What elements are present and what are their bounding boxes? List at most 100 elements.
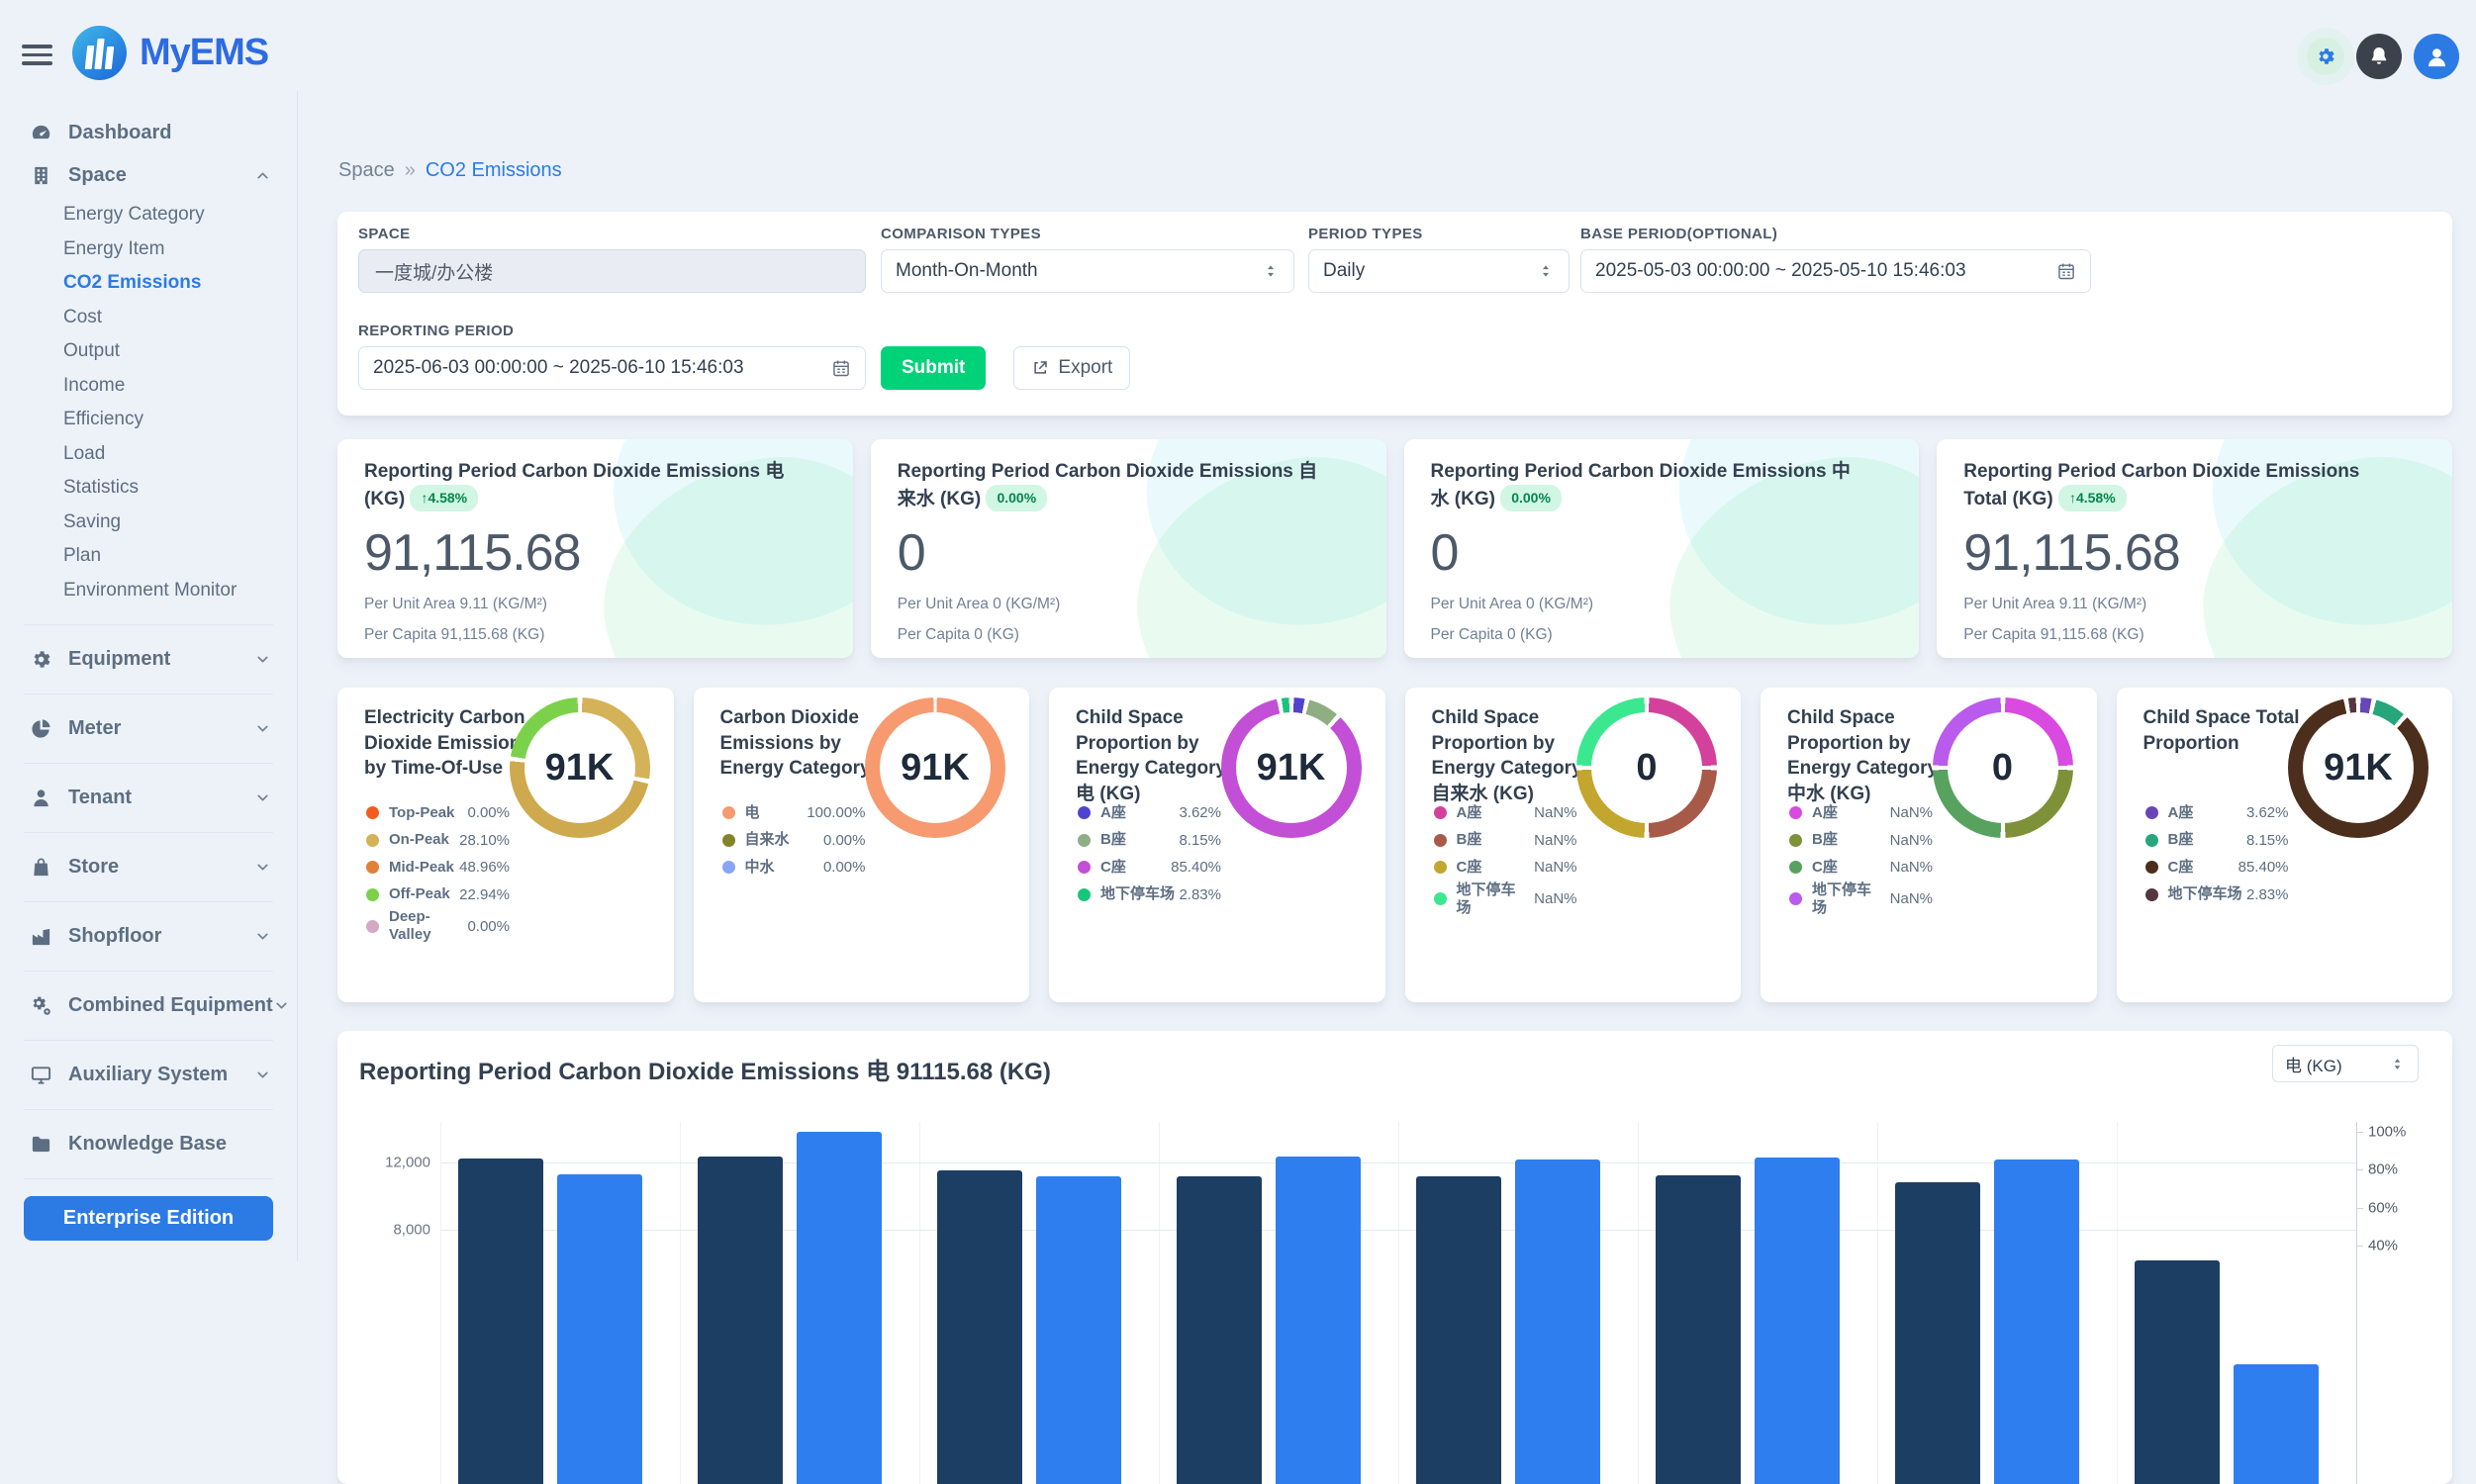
stat-card: Reporting Period Carbon Dioxide Emission… [337, 439, 853, 658]
legend-percent: NaN% [1530, 890, 1576, 907]
legend-item[interactable]: B座NaN% [1434, 827, 1577, 855]
base-period-bar [458, 1159, 543, 1484]
sidebar-item-saving[interactable]: Saving [0, 506, 297, 540]
menu-toggle-icon[interactable] [22, 45, 52, 70]
legend-percent: 100.00% [803, 804, 865, 821]
reporting-period-bar [1994, 1159, 2079, 1484]
donut-chart-card: Child Space Proportion by Energy Categor… [1049, 688, 1385, 1002]
legend-item[interactable]: A座NaN% [1789, 799, 1933, 827]
sidebar-item-store[interactable]: Store [0, 849, 297, 885]
donut-ring: 91K [510, 697, 650, 838]
gridline-vertical [919, 1122, 920, 1484]
legend-item[interactable]: B座8.15% [2145, 827, 2289, 855]
period-types-select[interactable]: Daily [1308, 249, 1570, 293]
legend-item[interactable]: A座3.62% [1078, 799, 1221, 827]
legend-item[interactable]: Off-Peak22.94% [366, 881, 510, 909]
sidebar-item-equipment[interactable]: Equipment [0, 641, 297, 678]
gridline-vertical [440, 1122, 441, 1484]
sidebar-item-combined-equipment[interactable]: Combined Equipment [0, 987, 297, 1024]
legend-label: Top-Peak [389, 804, 463, 822]
sidebar-item-energy-item[interactable]: Energy Item [0, 232, 297, 267]
sidebar-item-cost[interactable]: Cost [0, 301, 297, 335]
legend-item[interactable]: 地下停车场NaN% [1789, 881, 1933, 917]
legend-item[interactable]: Top-Peak0.00% [366, 799, 510, 827]
donut-chart-card: Carbon Dioxide Emissions by Energy Categ… [694, 688, 1030, 1002]
legend-item[interactable]: C座85.40% [2145, 854, 2289, 881]
breadcrumb-current[interactable]: CO2 Emissions [426, 159, 562, 181]
stat-card-value: 91,115.68 [1963, 523, 2426, 583]
legend-percent: 8.15% [1175, 832, 1221, 849]
legend-item[interactable]: A座3.62% [2145, 799, 2289, 827]
stat-cards-row: Reporting Period Carbon Dioxide Emission… [337, 439, 2452, 658]
legend-item[interactable]: On-Peak28.10% [366, 827, 510, 855]
legend-item[interactable]: 电100.00% [722, 799, 866, 827]
submit-button[interactable]: Submit [881, 346, 986, 390]
stat-card: Reporting Period Carbon Dioxide Emission… [871, 439, 1386, 658]
sidebar-item-output[interactable]: Output [0, 334, 297, 369]
per-capita: Per Capita 0 (KG) [1431, 626, 1893, 644]
sidebar-item-space[interactable]: Space [0, 156, 297, 194]
sidebar-item-dashboard[interactable]: Dashboard [0, 114, 297, 151]
legend-item[interactable]: 中水0.00% [722, 854, 866, 881]
sidebar-item-co2-emissions[interactable]: CO2 Emissions [0, 266, 297, 301]
legend-label: B座 [1812, 831, 1886, 849]
legend-label: 地下停车场 [2168, 885, 2242, 903]
sidebar-item-tenant[interactable]: Tenant [0, 780, 297, 816]
legend-dot [1789, 834, 1802, 847]
sidebar-divider [24, 832, 273, 833]
comparison-types-select[interactable]: Month-On-Month [881, 249, 1294, 293]
legend-label: A座 [2168, 804, 2242, 822]
enterprise-edition-button[interactable]: Enterprise Edition [24, 1196, 273, 1241]
base-period-bar [698, 1157, 783, 1484]
legend-item[interactable]: C座NaN% [1434, 854, 1577, 881]
legend-percent: 85.40% [1167, 859, 1221, 876]
sidebar-item-efficiency[interactable]: Efficiency [0, 403, 297, 437]
legend-item[interactable]: Mid-Peak48.96% [366, 854, 510, 881]
gridline-vertical [1398, 1122, 1399, 1484]
legend-item[interactable]: C座85.40% [1078, 854, 1221, 881]
notifications-bell-icon[interactable] [2356, 34, 2402, 79]
sidebar-item-environment-monitor[interactable]: Environment Monitor [0, 574, 297, 608]
legend-item[interactable]: 地下停车场2.83% [2145, 881, 2289, 909]
settings-gear-icon[interactable] [2307, 38, 2344, 75]
export-button[interactable]: Export [1013, 346, 1130, 390]
sidebar-item-plan[interactable]: Plan [0, 539, 297, 574]
legend-percent: 3.62% [2242, 804, 2289, 821]
sidebar-item-auxiliary-system[interactable]: Auxiliary System [0, 1057, 297, 1093]
app-logo[interactable]: MyEMS [72, 26, 268, 80]
sidebar-divider [24, 1109, 273, 1110]
legend-label: C座 [2168, 859, 2235, 877]
sidebar-item-load[interactable]: Load [0, 437, 297, 472]
legend-item[interactable]: C座NaN% [1789, 854, 1933, 881]
legend-item[interactable]: 地下停车场NaN% [1434, 881, 1577, 917]
space-input[interactable] [358, 249, 866, 293]
legend-item[interactable]: B座NaN% [1789, 827, 1933, 855]
legend-item[interactable]: A座NaN% [1434, 799, 1577, 827]
sidebar-item-income[interactable]: Income [0, 369, 297, 404]
per-unit-area: Per Unit Area 0 (KG/M²) [898, 596, 1360, 613]
breadcrumb-parent[interactable]: Space [338, 159, 395, 181]
base-period-input[interactable]: 2025-05-03 00:00:00 ~ 2025-05-10 15:46:0… [1580, 249, 2091, 293]
legend-label: A座 [1812, 804, 1886, 822]
per-unit-area: Per Unit Area 0 (KG/M²) [1431, 596, 1893, 613]
sidebar-item-energy-category[interactable]: Energy Category [0, 198, 297, 232]
reporting-period-input[interactable]: 2025-06-03 00:00:00 ~ 2025-06-10 15:46:0… [358, 346, 866, 390]
stat-card-value: 0 [1431, 523, 1893, 583]
user-avatar[interactable] [2414, 34, 2459, 79]
sidebar-item-shopfloor[interactable]: Shopfloor [0, 918, 297, 955]
sidebar-item-knowledge-base[interactable]: Knowledge Base [0, 1126, 297, 1162]
reporting-period-bar [2234, 1364, 2319, 1484]
comparison-types-label: COMPARISON TYPES [881, 226, 1294, 242]
legend-item[interactable]: Deep-Valley0.00% [366, 908, 510, 944]
reporting-period-bar [1755, 1158, 1840, 1484]
legend-item[interactable]: B座8.15% [1078, 827, 1221, 855]
bar-chart-plot: 12,0008,000100%80%60%40% [337, 1031, 2452, 1484]
person-icon [30, 787, 54, 809]
legend-item[interactable]: 自来水0.00% [722, 827, 866, 855]
sidebar-item-label: Meter [68, 717, 254, 740]
sidebar-item-statistics[interactable]: Statistics [0, 471, 297, 506]
base-period-label: BASE PERIOD(OPTIONAL) [1580, 226, 2091, 242]
sidebar-item-meter[interactable]: Meter [0, 710, 297, 747]
legend-label: Deep-Valley [389, 908, 463, 944]
legend-item[interactable]: 地下停车场2.83% [1078, 881, 1221, 909]
